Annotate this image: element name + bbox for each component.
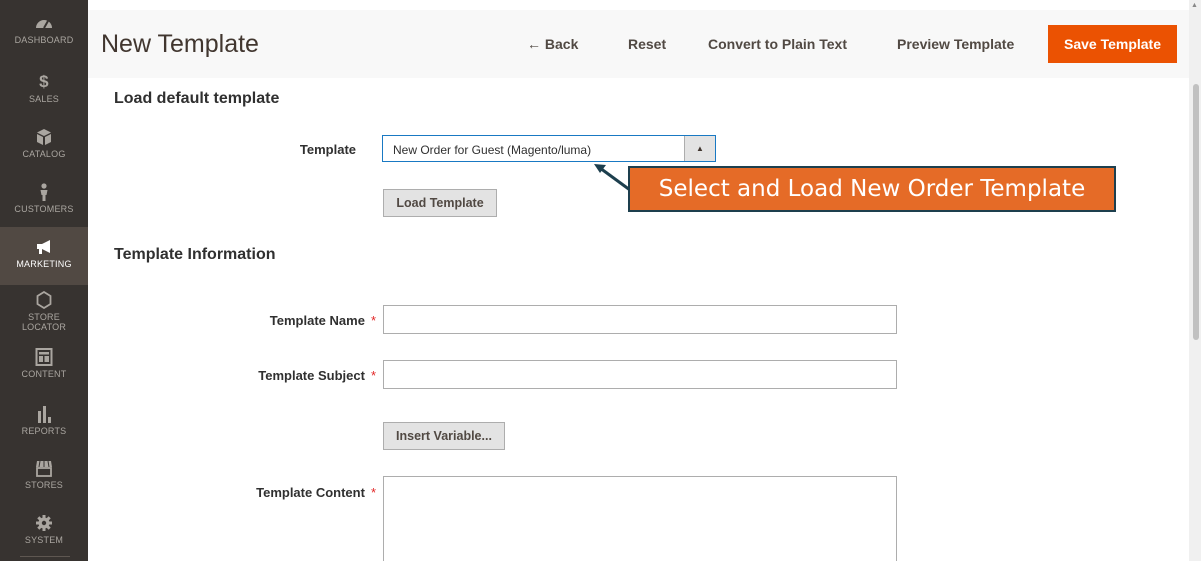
dollar-icon: $ [39, 72, 49, 91]
template-select-value: New Order for Guest (Magento/luma) [393, 143, 592, 157]
nav-locator-label: LOCATOR [21, 322, 67, 332]
cube-icon [32, 128, 56, 146]
template-label-text: Template [299, 142, 356, 157]
template-name-input[interactable] [383, 305, 897, 334]
nav-dashboard[interactable]: DASHBOARD [0, 14, 88, 45]
template-subject-label-text: Template Subject [258, 368, 365, 383]
template-content-label: Template Content * [200, 485, 376, 500]
required-marker: * [370, 485, 376, 500]
sidebar-divider [20, 556, 70, 557]
nav-reports[interactable]: REPORTS [0, 405, 88, 436]
required-marker: * [370, 368, 376, 383]
dashboard-icon [32, 14, 56, 32]
page-title: New Template [101, 30, 259, 58]
admin-sidebar: DASHBOARD $ SALES CATALOG CUSTOMERS MARK… [0, 0, 88, 561]
load-template-button[interactable]: Load Template [383, 189, 497, 217]
nav-stores[interactable]: STORES [0, 459, 88, 490]
person-icon [32, 183, 56, 201]
save-template-button[interactable]: Save Template [1048, 25, 1177, 63]
template-subject-label: Template Subject * [200, 368, 376, 383]
nav-catalog-label: CATALOG [22, 149, 66, 159]
gear-icon [32, 514, 56, 532]
nav-marketing[interactable]: MARKETING [0, 227, 88, 285]
nav-dashboard-label: DASHBOARD [14, 35, 74, 45]
nav-marketing-label: MARKETING [16, 259, 72, 269]
nav-store-locator[interactable]: STORE LOCATOR [0, 290, 88, 332]
nav-sales[interactable]: $ SALES [0, 72, 88, 105]
template-content-label-text: Template Content [256, 485, 365, 500]
page-scrollbar[interactable]: ▲ [1189, 0, 1201, 561]
convert-to-plain-text-button[interactable]: Convert to Plain Text [708, 36, 847, 52]
annotation-callout: Select and Load New Order Template [628, 166, 1116, 212]
nav-content-label: CONTENT [21, 369, 67, 379]
megaphone-icon [32, 238, 56, 256]
nav-customers[interactable]: CUSTOMERS [0, 183, 88, 214]
template-select[interactable]: New Order for Guest (Magento/luma) ▲ [382, 135, 716, 162]
page-header: New Template ← Back Reset Convert to Pla… [88, 10, 1189, 78]
template-subject-input[interactable] [383, 360, 897, 389]
nav-customers-label: CUSTOMERS [14, 204, 74, 214]
reset-button[interactable]: Reset [628, 36, 666, 52]
store-icon [32, 459, 56, 477]
nav-stores-label: STORES [24, 480, 64, 490]
template-name-label-text: Template Name [269, 313, 365, 328]
nav-store-label: STORE [28, 312, 60, 322]
scroll-thumb[interactable] [1193, 84, 1199, 340]
nav-catalog[interactable]: CATALOG [0, 128, 88, 159]
back-button[interactable]: ← Back [527, 36, 578, 52]
hexagon-icon [32, 290, 56, 310]
nav-reports-label: REPORTS [21, 426, 67, 436]
template-information-heading: Template Information [114, 246, 276, 263]
nav-sales-label: SALES [28, 94, 60, 104]
insert-variable-button[interactable]: Insert Variable... [383, 422, 505, 450]
caret-up-icon[interactable]: ▲ [684, 136, 715, 161]
scroll-up-icon[interactable]: ▲ [1191, 2, 1198, 9]
template-content-textarea[interactable] [383, 476, 897, 561]
nav-content[interactable]: CONTENT [0, 348, 88, 379]
required-marker: * [370, 313, 376, 328]
nav-system-label: SYSTEM [24, 535, 64, 545]
preview-template-button[interactable]: Preview Template [897, 36, 1014, 52]
load-default-template-heading: Load default template [114, 90, 280, 107]
template-label: Template [290, 142, 356, 157]
bar-chart-icon [32, 405, 56, 423]
template-name-label: Template Name * [200, 313, 376, 328]
nav-system[interactable]: SYSTEM [0, 514, 88, 545]
layout-icon [32, 348, 56, 366]
